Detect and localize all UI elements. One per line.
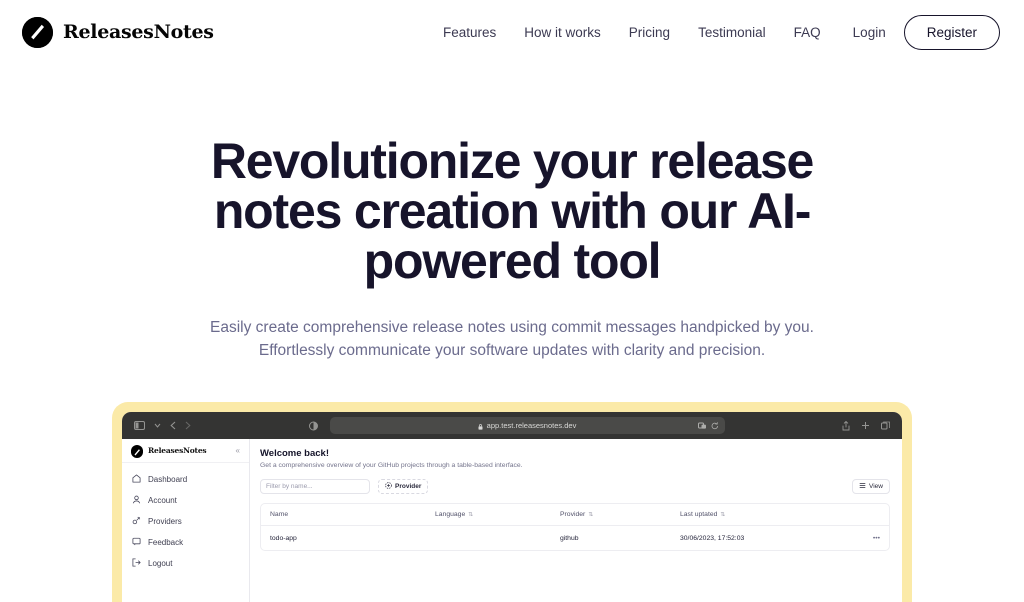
sidebar-collapse-icon[interactable]: « <box>236 446 240 455</box>
column-header-language[interactable]: Language ⇅ <box>435 511 560 518</box>
share-icon[interactable] <box>842 420 850 431</box>
browser-window: app.test.releasesnotes.dev ReleasesNotes… <box>122 412 902 602</box>
top-navbar: ReleasesNotes Features How it works Pric… <box>0 0 1024 64</box>
back-arrow-icon[interactable] <box>170 421 176 430</box>
reload-icon[interactable] <box>711 417 719 435</box>
nav-link-testimonial[interactable]: Testimonial <box>698 25 766 40</box>
nav-actions: Login Register <box>853 14 1000 50</box>
address-bar[interactable]: app.test.releasesnotes.dev <box>329 417 725 435</box>
brand-logo[interactable]: ReleasesNotes <box>22 16 214 48</box>
cell-name: todo-app <box>270 534 297 542</box>
sidebar-item-feedback[interactable]: Feedback <box>122 532 249 553</box>
welcome-heading: Welcome back! <box>260 448 329 459</box>
sidebar-item-account[interactable]: Account <box>122 490 249 511</box>
app-brand-name: ReleasesNotes <box>148 446 207 455</box>
filter-input[interactable]: Filter by name... <box>260 479 370 494</box>
sliders-icon <box>859 482 866 491</box>
new-tab-icon[interactable] <box>861 421 870 430</box>
column-label-language: Language <box>435 511 466 518</box>
nav-link-pricing[interactable]: Pricing <box>629 25 670 40</box>
column-label-provider: Provider <box>560 511 586 518</box>
app-sidebar-nav: Dashboard Account Providers Feedback Log… <box>122 463 249 574</box>
provider-filter-button[interactable]: Provider <box>378 479 429 494</box>
table-header-row: Name Language ⇅ Provider ⇅ Last uptated <box>261 504 889 526</box>
forward-arrow-icon <box>185 421 191 430</box>
sort-icon-last-updated[interactable]: ⇅ <box>720 512 725 518</box>
brand-name: ReleasesNotes <box>63 21 214 43</box>
extensions-icon[interactable] <box>697 417 707 435</box>
hero-section: Revolutionize your release notes creatio… <box>0 64 1024 363</box>
provider-filter-label: Provider <box>395 483 422 490</box>
sidebar-label-dashboard: Dashboard <box>148 475 188 484</box>
cell-last-updated: 30/06/2023, 17:52:03 <box>680 534 745 542</box>
projects-table: Name Language ⇅ Provider ⇅ Last uptated <box>260 503 890 551</box>
url-text: app.test.releasesnotes.dev <box>486 421 577 430</box>
product-screenshot-frame: app.test.releasesnotes.dev ReleasesNotes… <box>112 402 912 602</box>
hero-subtitle: Easily create comprehensive release note… <box>210 319 814 360</box>
logout-icon <box>132 558 141 569</box>
sidebar-item-providers[interactable]: Providers <box>122 511 249 532</box>
table-toolbar: Filter by name... Provider View <box>260 479 890 494</box>
lock-icon <box>478 417 483 435</box>
column-header-provider[interactable]: Provider ⇅ <box>560 511 680 518</box>
pen-circle-icon-small <box>131 444 143 458</box>
column-label-name: Name <box>270 511 289 518</box>
column-header-last-updated[interactable]: Last uptated ⇅ <box>680 511 858 518</box>
app-main-content: Welcome back! Get a comprehensive overvi… <box>250 439 902 602</box>
sidebar-label-account: Account <box>148 496 177 505</box>
nav-links: Features How it works Pricing Testimonia… <box>443 0 821 64</box>
login-link[interactable]: Login <box>853 25 886 40</box>
filter-placeholder: Filter by name... <box>266 483 313 490</box>
sidebar-label-feedback: Feedback <box>148 538 184 547</box>
browser-right-controls <box>842 420 890 431</box>
tab-overview-icon[interactable] <box>881 421 890 430</box>
plug-icon <box>132 516 141 527</box>
row-actions-menu[interactable]: ••• <box>858 535 880 542</box>
view-options-button[interactable]: View <box>852 479 890 494</box>
sidebar-label-providers: Providers <box>148 517 182 526</box>
browser-toolbar: app.test.releasesnotes.dev <box>122 412 902 439</box>
sidebar-item-dashboard[interactable]: Dashboard <box>122 469 249 490</box>
sidebar-item-logout[interactable]: Logout <box>122 553 249 574</box>
sort-icon-language[interactable]: ⇅ <box>468 512 473 518</box>
nav-link-features[interactable]: Features <box>443 25 496 40</box>
table-row[interactable]: todo-app github 30/06/2023, 17:52:03 ••• <box>261 526 889 550</box>
page-title: Revolutionize your release notes creatio… <box>210 133 815 289</box>
app-brand[interactable]: ReleasesNotes « <box>122 439 249 463</box>
nav-link-how-it-works[interactable]: How it works <box>524 25 601 40</box>
app-sidebar: ReleasesNotes « Dashboard Account Provid… <box>122 439 250 602</box>
view-options-label: View <box>869 483 883 490</box>
home-icon <box>132 474 141 485</box>
browser-address-area: app.test.releasesnotes.dev <box>199 417 834 434</box>
column-label-last-updated: Last uptated <box>680 511 718 518</box>
chevron-down-icon[interactable] <box>154 423 161 428</box>
sidebar-toggle-icon[interactable] <box>134 421 145 430</box>
app-screenshot: ReleasesNotes « Dashboard Account Provid… <box>122 439 902 602</box>
sort-icon-provider[interactable]: ⇅ <box>588 512 593 518</box>
column-header-name[interactable]: Name <box>270 511 435 518</box>
user-icon <box>132 495 141 506</box>
register-button[interactable]: Register <box>903 14 1000 50</box>
cell-provider: github <box>560 534 579 542</box>
address-bar-actions <box>697 417 719 435</box>
nav-link-faq[interactable]: FAQ <box>794 25 821 40</box>
welcome-subtext: Get a comprehensive overview of your Git… <box>260 462 523 469</box>
sidebar-label-logout: Logout <box>148 559 173 568</box>
table-body: todo-app github 30/06/2023, 17:52:03 ••• <box>261 526 889 550</box>
reader-mode-icon[interactable] <box>308 421 318 431</box>
browser-nav-controls <box>134 421 191 430</box>
plus-circle-icon <box>385 482 392 491</box>
pen-circle-icon <box>22 16 53 48</box>
message-icon <box>132 537 141 548</box>
